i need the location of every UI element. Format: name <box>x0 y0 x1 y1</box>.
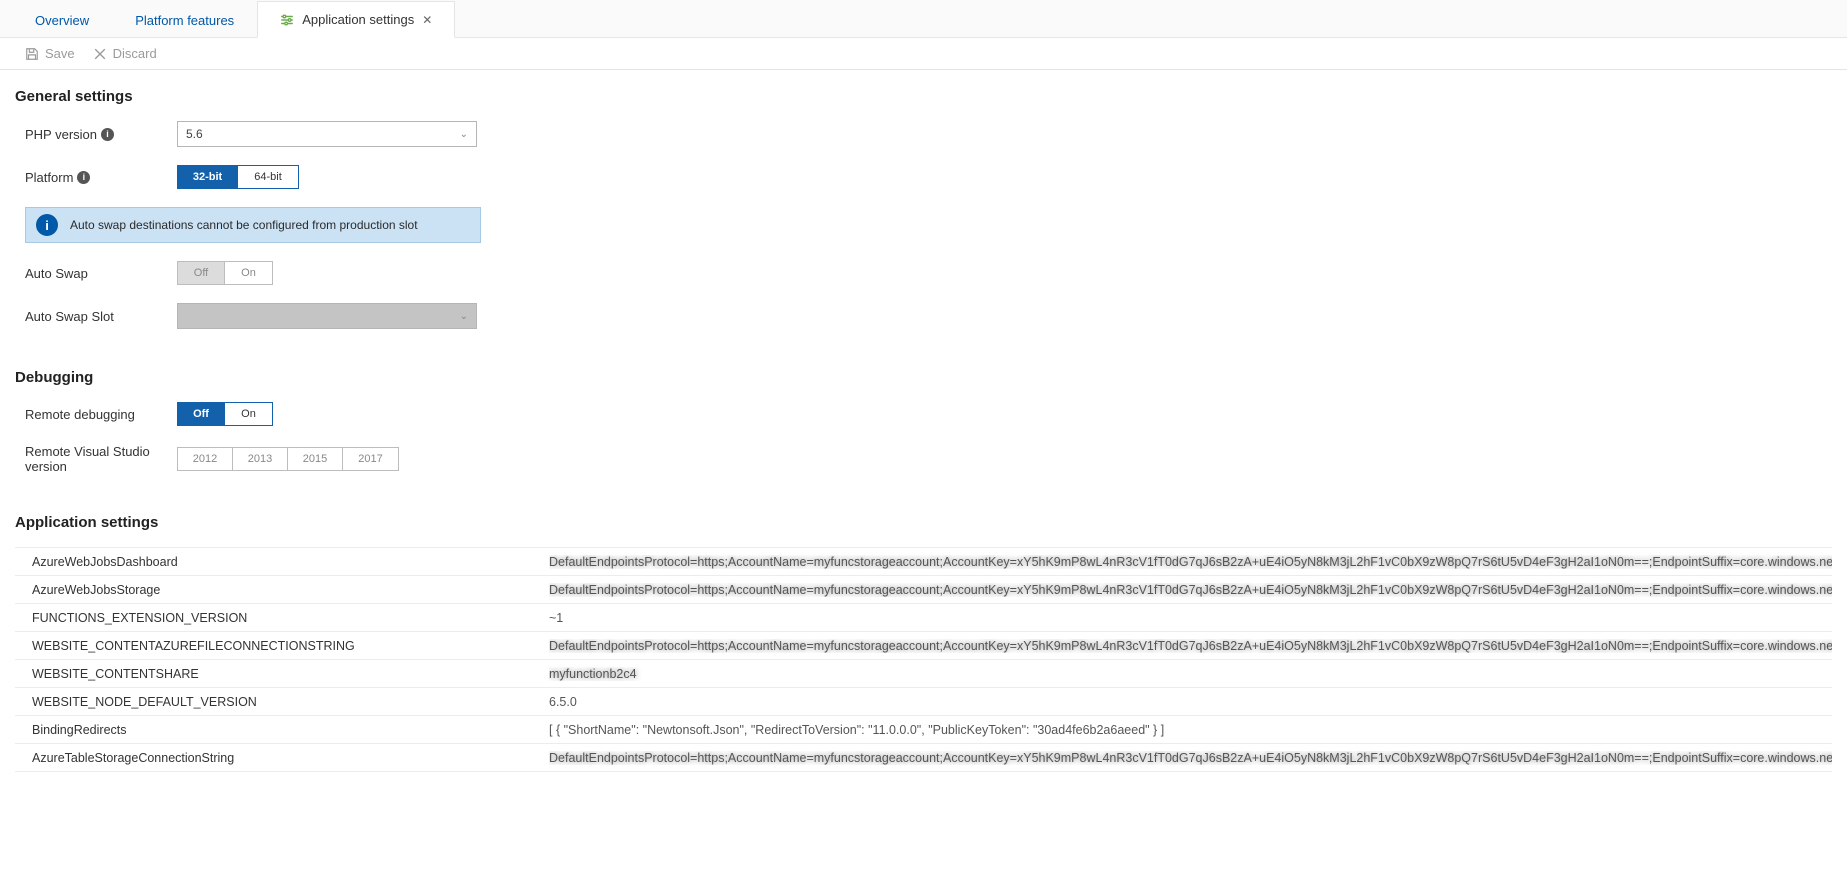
info-icon[interactable]: i <box>101 128 114 141</box>
app-setting-key: AzureWebJobsStorage <box>32 583 549 597</box>
label-php-version: PHP version i <box>25 127 177 142</box>
row-remote-debugging: Remote debugging Off On <box>15 402 1832 426</box>
app-setting-row[interactable]: WEBSITE_CONTENTSHAREmyfunctionb2c4 <box>15 660 1832 688</box>
tab-label: Overview <box>35 13 89 28</box>
app-setting-value: DefaultEndpointsProtocol=https;AccountNa… <box>549 583 1832 597</box>
save-label: Save <box>45 46 75 61</box>
label-text: Remote debugging <box>25 407 135 422</box>
app-setting-value: DefaultEndpointsProtocol=https;AccountNa… <box>549 751 1832 765</box>
app-setting-value: DefaultEndpointsProtocol=https;AccountNa… <box>549 555 1832 569</box>
select-value: 5.6 <box>186 127 203 141</box>
app-setting-value: [ { "ShortName": "Newtonsoft.Json", "Red… <box>549 723 1832 737</box>
app-setting-value: ~1 <box>549 611 1832 625</box>
app-setting-row[interactable]: WEBSITE_CONTENTAZUREFILECONNECTIONSTRING… <box>15 632 1832 660</box>
app-setting-key: BindingRedirects <box>32 723 549 737</box>
app-setting-key: WEBSITE_CONTENTSHARE <box>32 667 549 681</box>
vs-2017[interactable]: 2017 <box>343 448 398 470</box>
toggle-vs-version: 2012 2013 2015 2017 <box>177 447 399 471</box>
chevron-down-icon: ⌄ <box>460 129 468 140</box>
app-setting-row[interactable]: AzureWebJobsDashboardDefaultEndpointsPro… <box>15 548 1832 576</box>
app-setting-key: AzureWebJobsDashboard <box>32 555 549 569</box>
label-remote-debugging: Remote debugging <box>25 407 177 422</box>
toggle-auto-swap: Off On <box>177 261 273 285</box>
toggle-remote-debugging-on[interactable]: On <box>225 403 272 425</box>
app-setting-row[interactable]: FUNCTIONS_EXTENSION_VERSION~1 <box>15 604 1832 632</box>
content: General settings PHP version i 5.6 ⌄ Pla… <box>0 70 1847 772</box>
banner-message: Auto swap destinations cannot be configu… <box>70 218 418 232</box>
row-platform: Platform i 32-bit 64-bit <box>15 165 1832 189</box>
toolbar: Save Discard <box>0 38 1847 70</box>
section-title-general: General settings <box>15 88 1832 105</box>
tab-application-settings[interactable]: Application settings ✕ <box>257 1 455 38</box>
row-php-version: PHP version i 5.6 ⌄ <box>15 121 1832 147</box>
tab-bar: Overview Platform features Application s… <box>0 0 1847 38</box>
toggle-platform: 32-bit 64-bit <box>177 165 299 189</box>
label-auto-swap-slot: Auto Swap Slot <box>25 309 177 324</box>
tab-label: Platform features <box>135 13 234 28</box>
app-setting-key: FUNCTIONS_EXTENSION_VERSION <box>32 611 549 625</box>
app-setting-row[interactable]: WEBSITE_NODE_DEFAULT_VERSION6.5.0 <box>15 688 1832 716</box>
discard-label: Discard <box>113 46 157 61</box>
toggle-platform-32bit[interactable]: 32-bit <box>178 166 238 188</box>
close-icon[interactable]: ✕ <box>422 13 432 27</box>
toggle-auto-swap-on: On <box>225 262 272 284</box>
app-setting-value: myfunctionb2c4 <box>549 667 1832 681</box>
toggle-remote-debugging-off[interactable]: Off <box>178 403 225 425</box>
toggle-remote-debugging: Off On <box>177 402 273 426</box>
app-setting-key: WEBSITE_CONTENTAZUREFILECONNECTIONSTRING <box>32 639 549 653</box>
app-setting-key: WEBSITE_NODE_DEFAULT_VERSION <box>32 695 549 709</box>
label-vs-version: Remote Visual Studio version <box>25 444 177 474</box>
vs-2015[interactable]: 2015 <box>288 448 343 470</box>
section-title-debugging: Debugging <box>15 369 1832 386</box>
select-auto-swap-slot: ⌄ <box>177 303 477 329</box>
app-settings-table: AzureWebJobsDashboardDefaultEndpointsPro… <box>15 547 1832 772</box>
tab-platform-features[interactable]: Platform features <box>112 1 257 38</box>
save-button[interactable]: Save <box>25 46 75 61</box>
tab-overview[interactable]: Overview <box>12 1 112 38</box>
app-setting-value: 6.5.0 <box>549 695 1832 709</box>
label-auto-swap: Auto Swap <box>25 266 177 281</box>
label-text: Auto Swap Slot <box>25 309 114 324</box>
discard-icon <box>93 47 107 61</box>
autoswap-info-banner: i Auto swap destinations cannot be confi… <box>25 207 481 243</box>
save-icon <box>25 47 39 61</box>
info-icon: i <box>36 214 58 236</box>
settings-sliders-icon <box>280 13 294 27</box>
tab-label: Application settings <box>302 12 414 27</box>
select-php-version[interactable]: 5.6 ⌄ <box>177 121 477 147</box>
label-platform: Platform i <box>25 170 177 185</box>
toggle-platform-64bit[interactable]: 64-bit <box>238 166 298 188</box>
row-auto-swap-slot: Auto Swap Slot ⌄ <box>15 303 1832 329</box>
app-setting-row[interactable]: BindingRedirects[ { "ShortName": "Newton… <box>15 716 1832 744</box>
vs-2013[interactable]: 2013 <box>233 448 288 470</box>
vs-2012[interactable]: 2012 <box>178 448 233 470</box>
info-icon[interactable]: i <box>77 171 90 184</box>
row-vs-version: Remote Visual Studio version 2012 2013 2… <box>15 444 1832 474</box>
row-auto-swap: Auto Swap Off On <box>15 261 1832 285</box>
label-text: PHP version <box>25 127 97 142</box>
label-text: Remote Visual Studio version <box>25 444 177 474</box>
section-title-app-settings: Application settings <box>15 514 1832 531</box>
chevron-down-icon: ⌄ <box>460 311 468 322</box>
discard-button[interactable]: Discard <box>93 46 157 61</box>
app-setting-row[interactable]: AzureTableStorageConnectionStringDefault… <box>15 744 1832 772</box>
app-setting-key: AzureTableStorageConnectionString <box>32 751 549 765</box>
app-setting-value: DefaultEndpointsProtocol=https;AccountNa… <box>549 639 1832 653</box>
label-text: Platform <box>25 170 73 185</box>
app-setting-row[interactable]: AzureWebJobsStorageDefaultEndpointsProto… <box>15 576 1832 604</box>
label-text: Auto Swap <box>25 266 88 281</box>
toggle-auto-swap-off: Off <box>178 262 225 284</box>
